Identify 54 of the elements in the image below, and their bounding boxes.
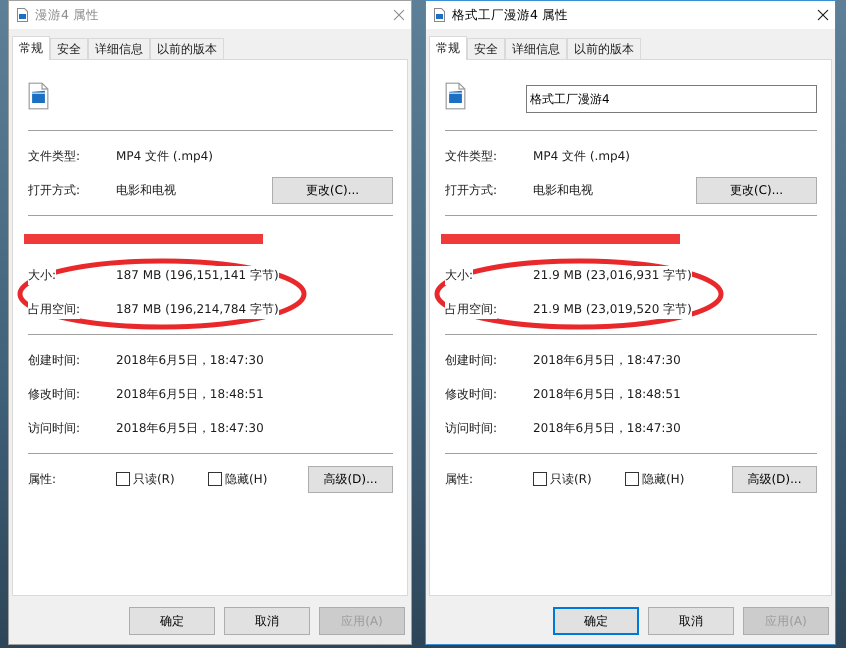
dialog-button[interactable]: 取消 (648, 607, 734, 635)
window-title: 格式工厂漫游4 属性 (452, 6, 569, 24)
field-value: 21.9 MB (23,019,520 字节) (533, 300, 692, 318)
field-label: 访问时间: (445, 420, 498, 436)
tab[interactable]: 详细信息 (505, 38, 567, 59)
field-label: 创建时间: (445, 352, 498, 368)
video-file-icon (445, 82, 466, 110)
tab[interactable]: 详细信息 (88, 38, 150, 59)
field-label: 文件类型: (445, 148, 498, 164)
attribute-checkbox[interactable]: 只读(R) (116, 470, 208, 488)
file-name-field[interactable]: 格式工厂漫游4 (526, 85, 817, 113)
tab[interactable]: 以前的版本 (150, 38, 224, 59)
field-value: MP4 文件 (.mp4) (116, 148, 214, 164)
field-value: 2018年6月5日，18:47:30 (116, 352, 265, 368)
window-title: 漫游4 属性 (35, 6, 100, 24)
dialog-button[interactable]: 确定 (553, 607, 639, 635)
field-label: 打开方式: (445, 182, 498, 198)
field-label: 打开方式: (28, 182, 82, 198)
field-value: 2018年6月5日，18:47:30 (533, 420, 682, 436)
file-icon (434, 8, 445, 22)
field-value: 187 MB (196,214,784 字节) (116, 300, 279, 318)
tab[interactable]: 以前的版本 (567, 38, 641, 59)
field-value: 2018年6月5日，18:47:30 (116, 420, 265, 436)
field-value: 2018年6月5日，18:48:51 (116, 386, 265, 402)
field-value: MP4 文件 (.mp4) (533, 148, 631, 164)
field-label: 修改时间: (28, 386, 82, 402)
dialog-button[interactable]: 取消 (224, 607, 310, 635)
field-value: 电影和电视 (533, 182, 594, 198)
field-label: 占用空间: (28, 300, 80, 318)
file-icon (17, 8, 28, 22)
advanced-button[interactable]: 高级(D)... (732, 466, 817, 492)
advanced-button[interactable]: 高级(D)... (308, 466, 393, 492)
tab[interactable]: 常规 (429, 36, 467, 60)
attribute-checkbox[interactable]: 隐藏(H) (625, 470, 732, 488)
dialog-button[interactable]: 确定 (129, 607, 215, 635)
field-value: 2018年6月5日，18:47:30 (533, 352, 682, 368)
close-icon[interactable] (817, 9, 829, 21)
field-label: 属性: (28, 471, 58, 488)
attribute-checkbox[interactable]: 隐藏(H) (208, 470, 308, 488)
field-value: 电影和电视 (116, 182, 177, 198)
change-button[interactable]: 更改(C)... (272, 176, 393, 204)
field-label: 访问时间: (28, 420, 82, 436)
attribute-checkbox[interactable]: 只读(R) (533, 470, 625, 488)
video-file-icon (28, 82, 49, 110)
field-value: 2018年6月5日，18:48:51 (533, 386, 682, 402)
field-label: 修改时间: (445, 386, 498, 402)
field-label: 占用空间: (445, 300, 498, 318)
tab[interactable]: 常规 (12, 36, 50, 60)
field-label: 创建时间: (28, 352, 82, 368)
tab[interactable]: 安全 (50, 38, 88, 59)
field-label: 文件类型: (28, 148, 82, 164)
tab[interactable]: 安全 (467, 38, 505, 59)
field-label: 属性: (445, 471, 474, 488)
change-button[interactable]: 更改(C)... (696, 176, 817, 204)
